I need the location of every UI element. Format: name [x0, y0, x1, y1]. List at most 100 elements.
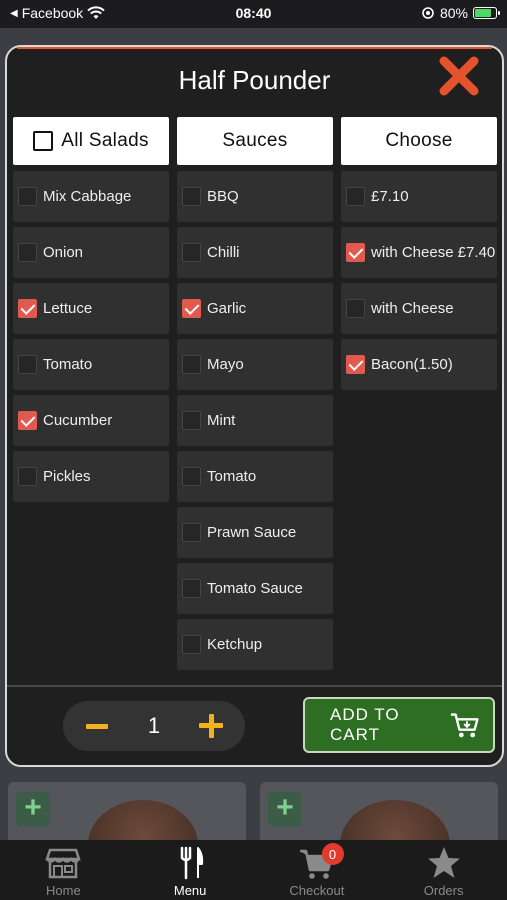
plus-icon[interactable]	[199, 714, 223, 738]
checkbox-icon[interactable]	[182, 579, 201, 598]
tab-orders[interactable]: Orders	[380, 840, 507, 900]
option-label: £7.10	[371, 188, 409, 205]
modal-title: Half Pounder	[178, 65, 331, 95]
option-label: Tomato	[43, 356, 93, 373]
minus-icon[interactable]	[85, 714, 109, 738]
checkbox-checked-icon[interactable]	[346, 355, 365, 374]
option-label: Garlic	[207, 300, 247, 317]
status-bar: ◀ Facebook 08:40 80%	[0, 0, 507, 28]
option-label: Prawn Sauce	[207, 524, 297, 541]
tab-label: Checkout	[289, 883, 345, 898]
close-button[interactable]	[436, 53, 482, 99]
option-label: Ketchup	[207, 636, 263, 653]
tab-home[interactable]: Home	[0, 840, 127, 900]
column-header[interactable]: All Salads	[13, 117, 169, 165]
battery-icon	[473, 7, 500, 19]
option-label: BBQ	[207, 188, 239, 205]
add-item-icon[interactable]: +	[16, 792, 50, 826]
fork-knife-icon	[180, 846, 204, 880]
checkbox-checked-icon[interactable]	[182, 299, 201, 318]
tab-menu[interactable]: Menu	[127, 840, 254, 900]
option-label: Lettuce	[43, 300, 93, 317]
battery-percent: 80%	[439, 5, 468, 21]
option-item[interactable]: Pickles	[13, 451, 169, 502]
option-item[interactable]: Ketchup	[177, 619, 333, 670]
checkbox-icon[interactable]	[182, 243, 201, 262]
checkbox-icon[interactable]	[18, 243, 37, 262]
option-item[interactable]: Lettuce	[13, 283, 169, 334]
checkbox-checked-icon[interactable]	[18, 299, 37, 318]
option-item[interactable]: Onion	[13, 227, 169, 278]
option-item[interactable]: with Cheese £7.40	[341, 227, 497, 278]
options-modal: Half Pounder All Salads Mix Cabbage Onion L…	[5, 45, 504, 767]
option-label: Mint	[207, 412, 236, 429]
quantity-stepper: 1	[63, 701, 245, 751]
checkbox-icon[interactable]	[182, 411, 201, 430]
option-label: Mix Cabbage	[43, 188, 132, 205]
option-item[interactable]: £7.10	[341, 171, 497, 222]
tab-label: Orders	[423, 883, 464, 898]
add-item-icon[interactable]: +	[268, 792, 302, 826]
checkbox-icon[interactable]	[18, 467, 37, 486]
add-to-cart-label: ADD TO CART	[330, 705, 400, 744]
option-label: with Cheese	[371, 300, 454, 317]
status-right: 80%	[421, 5, 500, 21]
cart-count-badge: 0	[321, 843, 344, 865]
option-item[interactable]: Mix Cabbage	[13, 171, 169, 222]
checkbox-icon[interactable]	[182, 355, 201, 374]
column-header: Sauces	[177, 117, 333, 165]
option-item[interactable]: Chilli	[177, 227, 333, 278]
checkbox-icon[interactable]	[182, 467, 201, 486]
modal-accent	[17, 47, 492, 49]
quantity-value: 1	[147, 713, 161, 738]
option-item[interactable]: Garlic	[177, 283, 333, 334]
tab-checkout[interactable]: 0 Checkout	[254, 840, 381, 900]
star-icon	[427, 847, 460, 878]
cart-add-icon	[450, 713, 479, 738]
checkbox-icon[interactable]	[18, 187, 37, 206]
store-icon	[45, 848, 82, 879]
option-item[interactable]: Mayo	[177, 339, 333, 390]
checkbox-icon[interactable]	[182, 187, 201, 206]
option-label: Pickles	[43, 468, 91, 485]
close-icon	[439, 56, 479, 96]
tab-label: Menu	[173, 883, 207, 898]
select-all-checkbox[interactable]	[33, 131, 54, 151]
checkbox-icon[interactable]	[182, 635, 201, 654]
checkbox-icon[interactable]	[182, 523, 201, 542]
footer-divider	[7, 685, 502, 687]
option-item[interactable]: Bacon(1.50)	[341, 339, 497, 390]
option-label: Mayo	[207, 356, 244, 373]
option-label: with Cheese £7.40	[371, 244, 496, 261]
option-label: Tomato Sauce	[207, 580, 303, 597]
option-item[interactable]: with Cheese	[341, 283, 497, 334]
option-list: BBQ Chilli Garlic Mayo Mint Tomato Prawn Sauce…	[177, 171, 333, 670]
option-item[interactable]: Mint	[177, 395, 333, 446]
option-label: Chilli	[207, 244, 240, 261]
option-list: Mix Cabbage Onion Lettuce Tomato Cucumber Pic…	[13, 171, 169, 502]
sauces-column: Sauces BBQ Chilli Garlic Mayo Mint Tomato Prawn…	[177, 117, 333, 670]
option-item[interactable]: BBQ	[177, 171, 333, 222]
salads-column: All Salads Mix Cabbage Onion Lettuce Tomato C…	[13, 117, 169, 502]
column-header-label: All Salads	[61, 130, 149, 151]
checkbox-checked-icon[interactable]	[346, 243, 365, 262]
option-item[interactable]: Tomato Sauce	[177, 563, 333, 614]
column-header-label: Choose	[385, 130, 453, 151]
option-label: Tomato	[207, 468, 257, 485]
option-list: £7.10 with Cheese £7.40 with Cheese Bacon(1…	[341, 171, 497, 390]
checkbox-icon[interactable]	[346, 187, 365, 206]
add-to-cart-button[interactable]: ADD TO CART	[303, 697, 495, 753]
option-label: Cucumber	[43, 412, 113, 429]
choose-column: Choose £7.10 with Cheese £7.40 with Cheese B…	[341, 117, 497, 390]
option-item[interactable]: Tomato	[13, 339, 169, 390]
option-item[interactable]: Tomato	[177, 451, 333, 502]
tab-label: Home	[46, 883, 81, 898]
option-item[interactable]: Cucumber	[13, 395, 169, 446]
option-item[interactable]: Prawn Sauce	[177, 507, 333, 558]
option-label: Onion	[43, 244, 84, 261]
checkbox-checked-icon[interactable]	[18, 411, 37, 430]
checkbox-icon[interactable]	[346, 299, 365, 318]
column-header: Choose	[341, 117, 497, 165]
checkbox-icon[interactable]	[18, 355, 37, 374]
tab-bar: Home Menu 0 Checkout Orders	[0, 840, 507, 900]
